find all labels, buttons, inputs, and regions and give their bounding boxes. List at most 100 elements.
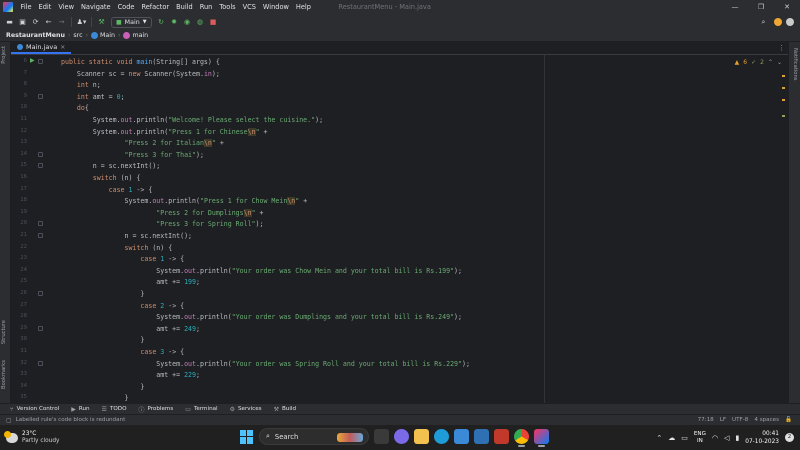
- line-separator[interactable]: LF: [720, 417, 726, 423]
- add-configuration-icon[interactable]: ♟▾: [75, 16, 88, 28]
- forward-arrow-icon[interactable]: →: [55, 16, 68, 28]
- code-line[interactable]: do{: [61, 104, 89, 112]
- line-number[interactable]: 23: [11, 255, 27, 261]
- restore-button[interactable]: ❐: [748, 3, 774, 11]
- chat-icon[interactable]: [394, 429, 409, 444]
- code-line[interactable]: System.out.println("Your order was Sprin…: [61, 360, 470, 368]
- back-arrow-icon[interactable]: ←: [42, 16, 55, 28]
- file-explorer-icon[interactable]: [414, 429, 429, 444]
- show-hidden-icons-chevron-icon[interactable]: ⌃: [656, 434, 662, 442]
- warning-marker[interactable]: [782, 115, 785, 117]
- code-line[interactable]: "Press 2 for Italian\n" +: [61, 139, 224, 148]
- line-number[interactable]: 24: [11, 267, 27, 273]
- search-everywhere-icon[interactable]: ⌕: [757, 16, 770, 28]
- line-number[interactable]: 14: [11, 151, 27, 157]
- version-control-tool[interactable]: ⑂ Version Control: [10, 406, 59, 413]
- line-number[interactable]: 13: [11, 139, 27, 145]
- fold-marker-icon[interactable]: [38, 151, 43, 157]
- code-line[interactable]: }: [61, 383, 144, 391]
- breadcrumb-class[interactable]: Main: [90, 32, 115, 39]
- line-number[interactable]: 11: [11, 116, 27, 122]
- tab-main-java[interactable]: Main.java ✕: [11, 42, 72, 54]
- menu-vcs[interactable]: VCS: [239, 3, 259, 11]
- menu-build[interactable]: Build: [173, 3, 197, 11]
- line-number[interactable]: 18: [11, 197, 27, 203]
- line-number[interactable]: 6: [11, 58, 27, 64]
- code-line[interactable]: System.out.println("Your order was Chow …: [61, 267, 462, 275]
- save-all-icon[interactable]: ▣: [16, 16, 29, 28]
- code-line[interactable]: System.out.println("Your order was Dumpl…: [61, 313, 462, 321]
- close-icon[interactable]: ✕: [60, 44, 65, 51]
- menu-run[interactable]: Run: [196, 3, 216, 11]
- fold-marker-icon[interactable]: [38, 59, 43, 64]
- menu-edit[interactable]: Edit: [35, 3, 55, 11]
- warning-marker[interactable]: [782, 99, 785, 101]
- code-line[interactable]: System.out.println("Welcome! Please sele…: [61, 116, 323, 124]
- line-number[interactable]: 7: [11, 70, 27, 76]
- store-icon[interactable]: [454, 429, 469, 444]
- line-number[interactable]: 15: [11, 162, 27, 168]
- line-number[interactable]: 21: [11, 232, 27, 238]
- line-number[interactable]: 8: [11, 81, 27, 87]
- code-line[interactable]: }: [61, 336, 144, 344]
- line-number[interactable]: 9: [11, 93, 27, 99]
- fold-marker-icon[interactable]: [38, 233, 43, 238]
- inspection-widget[interactable]: ▲ 6 ✓ 2 ⌃ ⌄: [735, 59, 782, 66]
- project-tool-tab[interactable]: Project: [1, 46, 7, 64]
- code-line[interactable]: switch (n) {: [61, 174, 141, 182]
- line-number[interactable]: 33: [11, 371, 27, 377]
- code-line[interactable]: switch (n) {: [61, 244, 173, 252]
- line-number[interactable]: 12: [11, 128, 27, 134]
- line-number[interactable]: 28: [11, 313, 27, 319]
- menu-help[interactable]: Help: [292, 3, 314, 11]
- windows-start-icon[interactable]: [240, 429, 254, 444]
- code-line[interactable]: n = sc.nextInt();: [61, 232, 193, 240]
- line-number[interactable]: 16: [11, 174, 27, 180]
- menu-navigate[interactable]: Navigate: [77, 3, 114, 11]
- taskbar-search[interactable]: ⌕ Search: [259, 428, 369, 445]
- task-view-icon[interactable]: [374, 429, 389, 444]
- run-icon[interactable]: ↻: [155, 16, 168, 28]
- fold-marker-icon[interactable]: [38, 291, 43, 296]
- run-configuration-selector[interactable]: ■ Main ▼: [111, 16, 152, 28]
- line-number[interactable]: 35: [11, 394, 27, 400]
- problems-tool[interactable]: ⓘ Problems: [138, 405, 173, 414]
- lock-icon[interactable]: 🔓: [785, 417, 792, 423]
- code-line[interactable]: n = sc.nextInt();: [61, 162, 161, 170]
- run-tool[interactable]: ▶ Run: [71, 406, 89, 413]
- menu-code[interactable]: Code: [114, 3, 138, 11]
- code-line[interactable]: }: [61, 394, 129, 402]
- line-number[interactable]: 32: [11, 360, 27, 366]
- fold-marker-icon[interactable]: [38, 360, 43, 366]
- line-number[interactable]: 34: [11, 383, 27, 389]
- menu-view[interactable]: View: [55, 3, 78, 11]
- editor-scrollbar[interactable]: [782, 75, 785, 395]
- fold-marker-icon[interactable]: [38, 93, 43, 99]
- wifi-icon[interactable]: ◠: [712, 434, 718, 442]
- battery-icon[interactable]: ▭: [681, 434, 688, 442]
- code-line[interactable]: case 3 -> {: [61, 348, 184, 356]
- more-tabs-icon[interactable]: ⋮: [778, 42, 788, 54]
- code-line[interactable]: case 1 -> {: [61, 255, 184, 263]
- status-message[interactable]: Labelled rule's code block is redundant: [16, 417, 126, 423]
- jetbrains-account-icon[interactable]: [786, 18, 794, 26]
- intellij-taskbar-icon[interactable]: [534, 429, 549, 447]
- status-square-icon[interactable]: ▢: [6, 417, 12, 424]
- code-line[interactable]: "Press 3 for Spring Roll");: [61, 220, 263, 228]
- media-app-icon[interactable]: [494, 429, 509, 444]
- build-hammer-icon[interactable]: ⚒: [95, 16, 108, 28]
- notification-center-badge[interactable]: 2: [785, 433, 794, 442]
- terminal-tool[interactable]: ▭ Terminal: [185, 406, 217, 413]
- menu-tools[interactable]: Tools: [216, 3, 239, 11]
- chevron-down-icon[interactable]: ⌄: [777, 59, 782, 66]
- file-encoding[interactable]: UTF-8: [732, 417, 748, 423]
- code-line[interactable]: Scanner sc = new Scanner(System.in);: [61, 70, 220, 78]
- ide-update-icon[interactable]: [774, 18, 782, 26]
- debug-icon[interactable]: ✹: [168, 16, 181, 28]
- code-line[interactable]: }: [61, 290, 144, 298]
- code-line[interactable]: int n;: [61, 81, 101, 89]
- breadcrumb-method[interactable]: main: [123, 32, 148, 39]
- services-tool[interactable]: ⚙ Services: [230, 406, 262, 413]
- open-folder-icon[interactable]: ▬: [3, 16, 16, 28]
- intellij-logo-icon[interactable]: [3, 2, 13, 12]
